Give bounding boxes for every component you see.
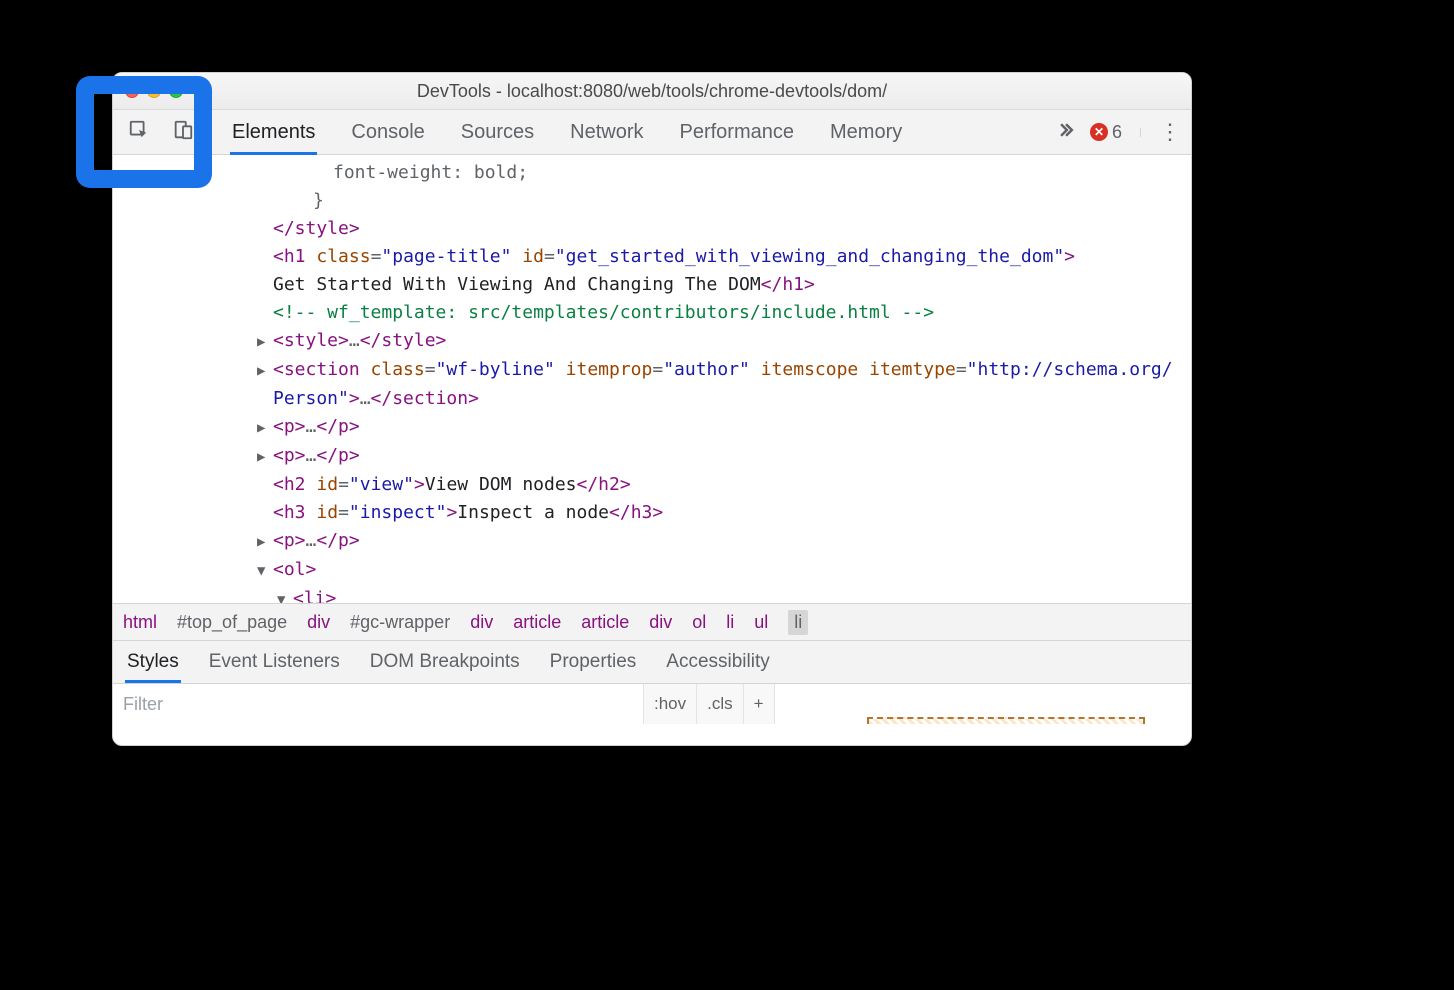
hov-toggle[interactable]: :hov <box>643 684 696 724</box>
dom-line-h2[interactable]: <h2 id="view">View DOM nodes</h2> <box>153 471 1177 499</box>
error-badge[interactable]: ✕ 6 <box>1090 122 1122 143</box>
toolbar-right: ✕ 6 ⋮ <box>1056 120 1191 145</box>
tab-elements[interactable]: Elements <box>232 110 315 154</box>
window-title: DevTools - localhost:8080/web/tools/chro… <box>113 81 1191 102</box>
styles-subtabs: Styles Event Listeners DOM Breakpoints P… <box>113 640 1191 683</box>
subtab-styles[interactable]: Styles <box>127 651 179 673</box>
error-count: 6 <box>1112 122 1122 143</box>
crumb[interactable]: div <box>470 612 493 633</box>
crumb[interactable]: div <box>307 612 330 633</box>
crumb[interactable]: ul <box>754 612 768 633</box>
dom-tree[interactable]: font-weight: bold; } </style> <h1 class=… <box>113 155 1191 603</box>
dom-line[interactable]: } <box>153 187 1177 215</box>
settings-menu-icon[interactable]: ⋮ <box>1159 121 1181 143</box>
dom-line-section[interactable]: ▶<section class="wf-byline" itemprop="au… <box>153 356 1177 413</box>
crumb[interactable]: article <box>513 612 561 633</box>
subtab-dom-breakpoints[interactable]: DOM Breakpoints <box>370 651 520 673</box>
tab-memory[interactable]: Memory <box>830 110 902 154</box>
styles-filter-row: :hov .cls + <box>113 683 1191 724</box>
crumb[interactable]: ol <box>692 612 706 633</box>
tab-console[interactable]: Console <box>351 110 424 154</box>
dom-line[interactable]: font-weight: bold; <box>153 159 1177 187</box>
devtools-window: DevTools - localhost:8080/web/tools/chro… <box>112 72 1192 746</box>
subtab-event-listeners[interactable]: Event Listeners <box>209 651 340 673</box>
dom-line-p[interactable]: ▶<p>…</p> <box>153 442 1177 471</box>
dom-line[interactable]: </style> <box>153 215 1177 243</box>
elements-panel[interactable]: font-weight: bold; } </style> <h1 class=… <box>113 155 1191 603</box>
dom-line-comment[interactable]: <!-- wf_template: src/templates/contribu… <box>153 299 1177 327</box>
dom-line-p[interactable]: ▶<p>…</p> <box>153 527 1177 556</box>
crumb[interactable]: #gc-wrapper <box>350 612 450 633</box>
dom-line-li[interactable]: ▼<li> <box>153 585 1177 603</box>
titlebar: DevTools - localhost:8080/web/tools/chro… <box>113 73 1191 110</box>
crumb[interactable]: #top_of_page <box>177 612 287 633</box>
cls-toggle[interactable]: .cls <box>696 684 743 724</box>
crumb[interactable]: li <box>726 612 734 633</box>
crumb[interactable]: div <box>649 612 672 633</box>
divider <box>1140 128 1141 137</box>
breadcrumbs: html #top_of_page div #gc-wrapper div ar… <box>113 603 1191 640</box>
crumb-selected[interactable]: li <box>788 610 808 635</box>
box-model-peek <box>867 717 1145 724</box>
annotation-highlight <box>76 76 212 188</box>
main-toolbar: Elements Console Sources Network Perform… <box>113 110 1191 155</box>
dom-line-h1[interactable]: <h1 class="page-title" id="get_started_w… <box>153 243 1177 299</box>
crumb[interactable]: html <box>123 612 157 633</box>
main-tabs: Elements Console Sources Network Perform… <box>210 110 1056 154</box>
dom-line-p[interactable]: ▶<p>…</p> <box>153 413 1177 442</box>
subtab-accessibility[interactable]: Accessibility <box>666 651 769 673</box>
dom-line-ol[interactable]: ▼<ol> <box>153 556 1177 585</box>
more-tabs-icon[interactable] <box>1056 120 1076 145</box>
crumb[interactable]: article <box>581 612 629 633</box>
tab-sources[interactable]: Sources <box>461 110 534 154</box>
subtab-properties[interactable]: Properties <box>550 651 637 673</box>
tab-performance[interactable]: Performance <box>680 110 795 154</box>
dom-line-h3[interactable]: <h3 id="inspect">Inspect a node</h3> <box>153 499 1177 527</box>
tab-network[interactable]: Network <box>570 110 643 154</box>
styles-filter-input[interactable] <box>113 684 643 724</box>
dom-line-style[interactable]: ▶<style>…</style> <box>153 327 1177 356</box>
add-style-rule[interactable]: + <box>743 684 774 724</box>
error-icon: ✕ <box>1090 123 1108 141</box>
